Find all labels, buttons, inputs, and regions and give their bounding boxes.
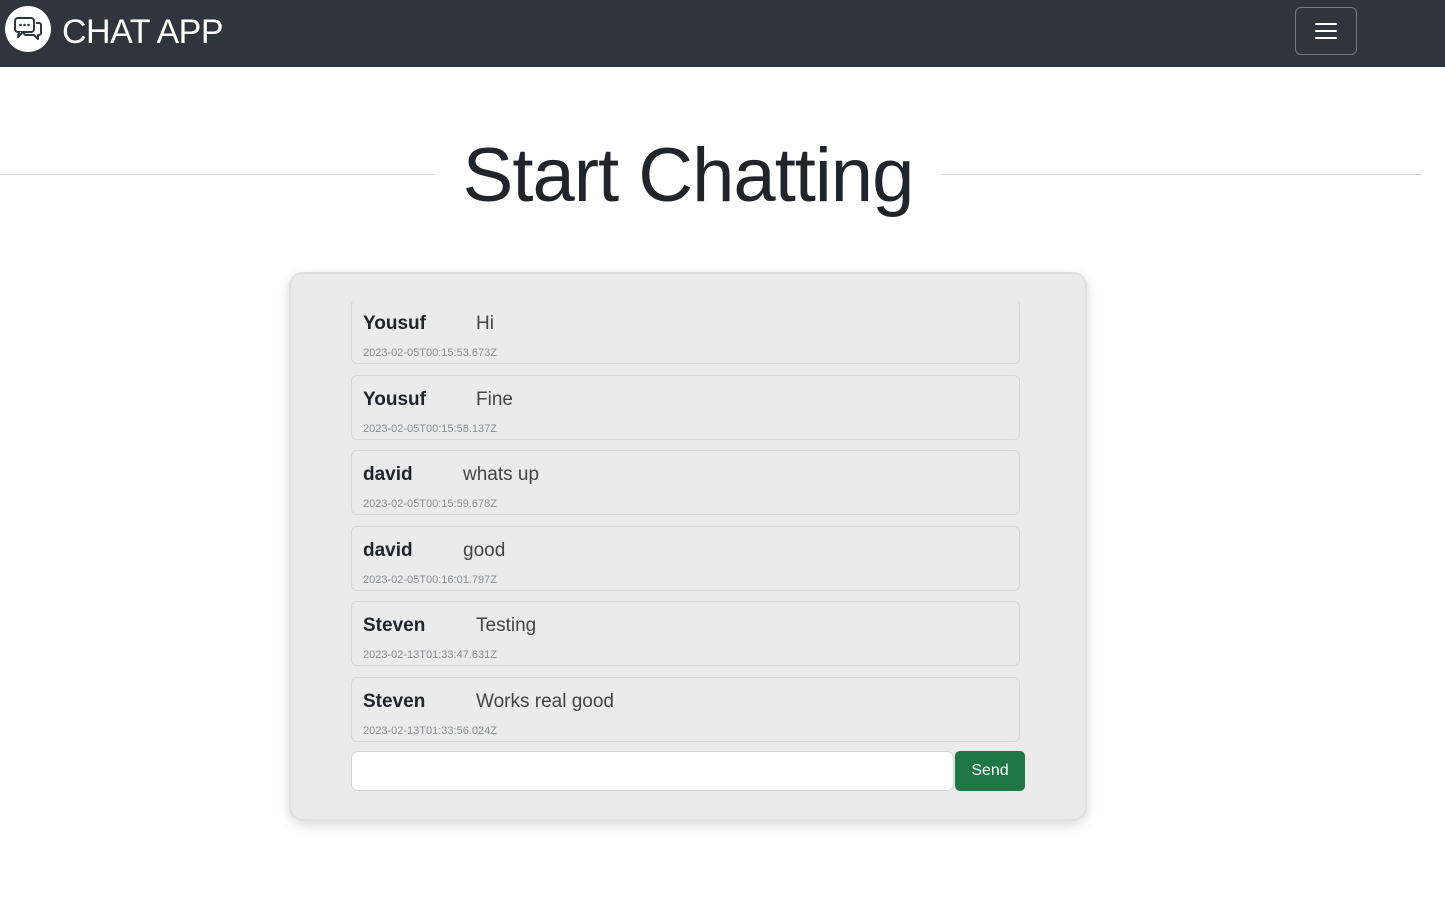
message-timestamp: 2023-02-13T01:33:47.631Z (363, 649, 497, 661)
message-item: Steven Works real good 2023-02-13T01:33:… (351, 677, 1020, 742)
message-text: Testing (476, 615, 537, 636)
brand-title[interactable]: CHAT APP (62, 12, 224, 52)
message-item: Steven Testing 2023-02-13T01:33:47.631Z (351, 601, 1020, 666)
message-timestamp: 2023-02-05T00:15:59.678Z (363, 498, 497, 510)
message-username: david (363, 540, 413, 561)
title-divider-left (0, 174, 434, 175)
message-username: david (363, 464, 413, 485)
message-item: david good 2023-02-05T00:16:01.797Z (351, 526, 1020, 591)
chat-bubbles-icon[interactable] (5, 6, 51, 52)
message-input[interactable] (351, 751, 954, 791)
send-button[interactable]: Send (955, 751, 1025, 791)
message-text: Works real good (476, 691, 614, 712)
message-username: Yousuf (363, 313, 426, 334)
message-text: good (463, 540, 506, 561)
message-timestamp: 2023-02-05T00:15:53.673Z (363, 347, 497, 359)
message-timestamp: 2023-02-05T00:15:58.137Z (363, 423, 497, 435)
title-divider-right (942, 174, 1422, 175)
message-username: Steven (363, 691, 426, 712)
message-item: Yousuf Fine 2023-02-05T00:15:58.137Z (351, 375, 1020, 440)
message-timestamp: 2023-02-13T01:33:56.024Z (363, 725, 497, 737)
navbar: CHAT APP (0, 0, 1445, 67)
message-username: Steven (363, 615, 426, 636)
message-item: Yousuf Hi 2023-02-05T00:15:53.673Z (351, 302, 1020, 364)
hamburger-menu-icon (1315, 23, 1337, 39)
message-timestamp: 2023-02-05T00:16:01.797Z (363, 574, 497, 586)
message-list[interactable]: Yousuf Hi 2023-02-05T00:15:53.673Z Yousu… (351, 302, 1020, 742)
menu-toggle-button[interactable] (1295, 7, 1357, 55)
message-item: david whats up 2023-02-05T00:15:59.678Z (351, 450, 1020, 515)
page-title: Start Chatting (462, 133, 915, 218)
message-text: Hi (476, 313, 494, 334)
message-text: Fine (476, 389, 513, 410)
message-text: whats up (463, 464, 540, 485)
message-username: Yousuf (363, 389, 426, 410)
